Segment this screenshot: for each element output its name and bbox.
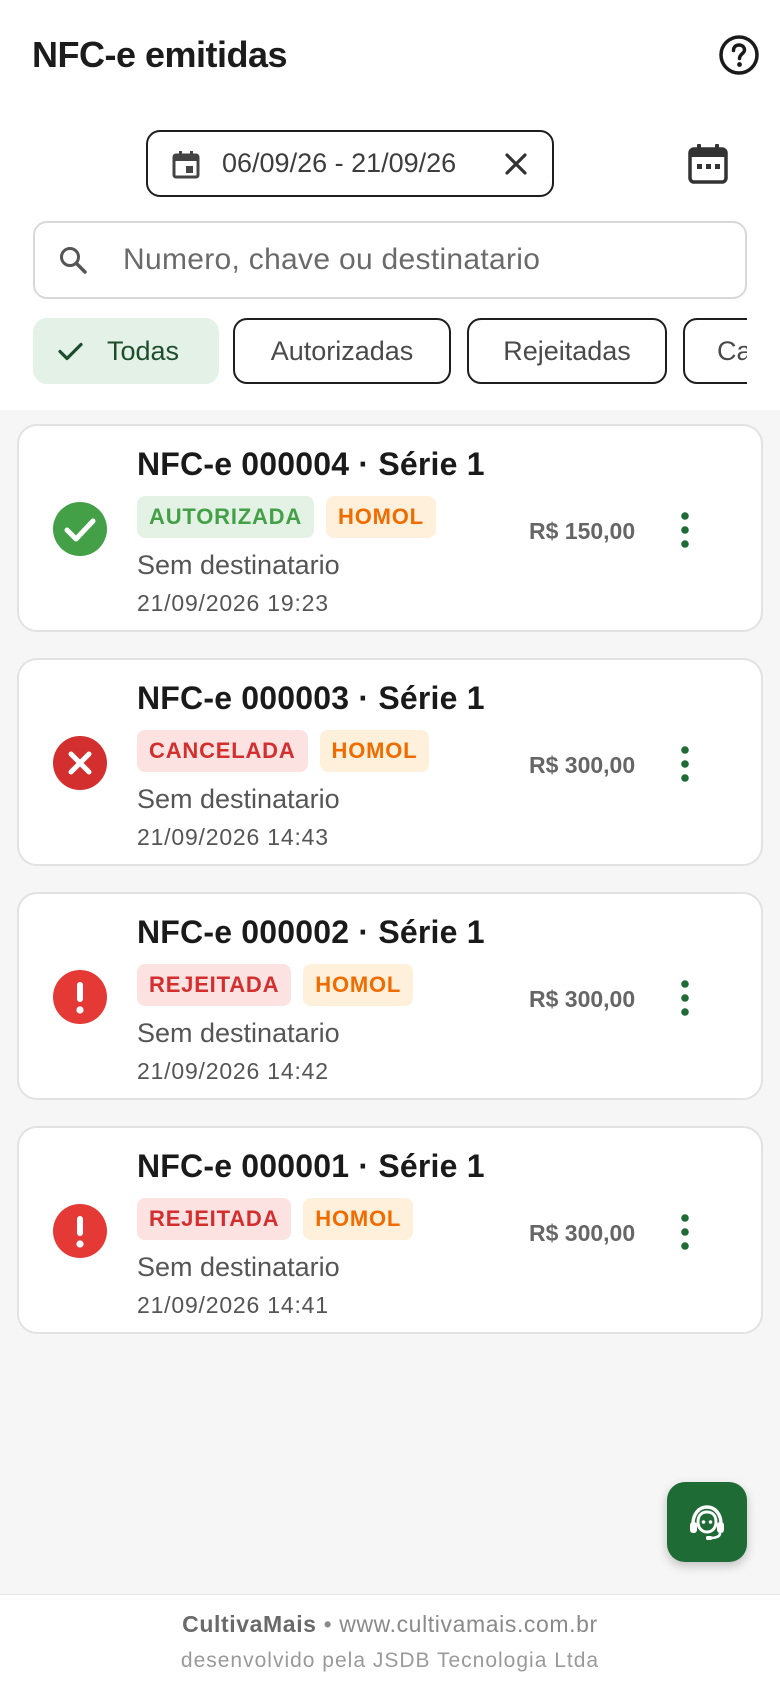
invoice-amount: R$ 300,00 (529, 1220, 636, 1246)
footer-brand: CultivaMais (182, 1611, 317, 1637)
date-range-text: 06/09/26 - 21/09/26 (222, 148, 457, 178)
calendar-icon[interactable] (686, 142, 730, 186)
invoice-card[interactable]: NFC-e 000004 · Série 1 AUTORIZADA HOMOL … (17, 424, 763, 632)
invoice-amount: R$ 150,00 (529, 518, 636, 544)
invoice-title: NFC-e 000002 · Série 1 (137, 914, 485, 950)
status-badge: CANCELADA (137, 730, 308, 772)
invoice-title: NFC-e 000003 · Série 1 (137, 680, 485, 716)
more-vert-icon[interactable] (667, 1212, 703, 1252)
invoice-recipient: Sem destinatario (137, 1018, 340, 1048)
status-filter-chips: Todas Autorizadas Rejeitadas Ca (33, 318, 747, 386)
invoice-amount: R$ 300,00 (529, 986, 636, 1012)
environment-badge: HOMOL (326, 496, 436, 538)
filter-chip-label: Ca (717, 335, 747, 366)
footer-developer: desenvolvido pela JSDB Tecnologia Ltda (180, 1649, 600, 1672)
filter-chip-label: Rejeitadas (503, 335, 631, 366)
invoice-card[interactable]: NFC-e 000003 · Série 1 CANCELADA HOMOL S… (17, 658, 763, 866)
error-circle-icon (53, 1204, 107, 1258)
support-fab-button[interactable] (667, 1482, 747, 1562)
invoice-badges: AUTORIZADA HOMOL (137, 496, 436, 538)
environment-badge: HOMOL (303, 1198, 414, 1240)
invoice-datetime: 21/09/2026 19:23 (137, 590, 329, 616)
invoice-title: NFC-e 000004 · Série 1 (137, 446, 485, 482)
filter-chip-canceladas[interactable]: Ca (683, 318, 747, 384)
calendar-small-icon (172, 150, 200, 178)
error-circle-icon (53, 970, 107, 1024)
footer-line: CultivaMais • www.cultivamais.com.br (0, 1611, 780, 1638)
more-vert-icon[interactable] (667, 744, 703, 784)
status-badge: AUTORIZADA (137, 496, 315, 538)
more-vert-icon[interactable] (667, 510, 703, 550)
filter-chip-todas[interactable]: Todas (33, 318, 219, 384)
invoice-badges: REJEITADA HOMOL (137, 964, 414, 1006)
filter-chip-label: Autorizadas (270, 335, 414, 366)
filter-chip-autorizadas[interactable]: Autorizadas (233, 318, 451, 384)
check-icon (58, 342, 83, 361)
filter-chip-label: Todas (107, 335, 180, 366)
check-circle-icon (53, 502, 107, 556)
search-input[interactable]: Numero, chave ou destinatario (33, 221, 747, 299)
invoice-card[interactable]: NFC-e 000002 · Série 1 REJEITADA HOMOL S… (17, 892, 763, 1100)
invoice-title: NFC-e 000001 · Série 1 (137, 1148, 485, 1184)
invoice-datetime: 21/09/2026 14:41 (137, 1292, 329, 1318)
footer-site-link[interactable]: www.cultivamais.com.br (339, 1611, 598, 1637)
environment-badge: HOMOL (303, 964, 414, 1006)
invoice-recipient: Sem destinatario (137, 550, 340, 580)
invoice-badges: CANCELADA HOMOL (137, 730, 430, 772)
support-agent-icon (690, 1505, 724, 1540)
search-icon (60, 247, 87, 274)
page-title: NFC-e emitidas (32, 34, 288, 75)
invoice-datetime: 21/09/2026 14:43 (137, 824, 329, 850)
status-badge: REJEITADA (137, 964, 292, 1006)
footer-separator: • (323, 1611, 333, 1637)
invoice-badges: REJEITADA HOMOL (137, 1198, 414, 1240)
invoice-recipient: Sem destinatario (137, 1252, 340, 1282)
search-placeholder: Numero, chave ou destinatario (123, 243, 541, 276)
invoice-amount: R$ 300,00 (529, 752, 636, 778)
date-range-field[interactable]: 06/09/26 - 21/09/26 (146, 130, 554, 197)
cancel-circle-icon (53, 736, 107, 790)
invoice-card[interactable]: NFC-e 000001 · Série 1 REJEITADA HOMOL S… (17, 1126, 763, 1334)
environment-badge: HOMOL (319, 730, 430, 772)
invoice-recipient: Sem destinatario (137, 784, 340, 814)
help-circle-icon[interactable] (718, 34, 760, 76)
more-vert-icon[interactable] (667, 978, 703, 1018)
status-badge: REJEITADA (137, 1198, 292, 1240)
header-area: NFC-e emitidas 06/09/26 - 21/09/26 Numer… (0, 0, 780, 410)
filter-chip-rejeitadas[interactable]: Rejeitadas (467, 318, 667, 384)
invoice-datetime: 21/09/2026 14:42 (137, 1058, 329, 1084)
footer: CultivaMais • www.cultivamais.com.br des… (0, 1594, 780, 1688)
close-icon[interactable] (500, 148, 532, 180)
